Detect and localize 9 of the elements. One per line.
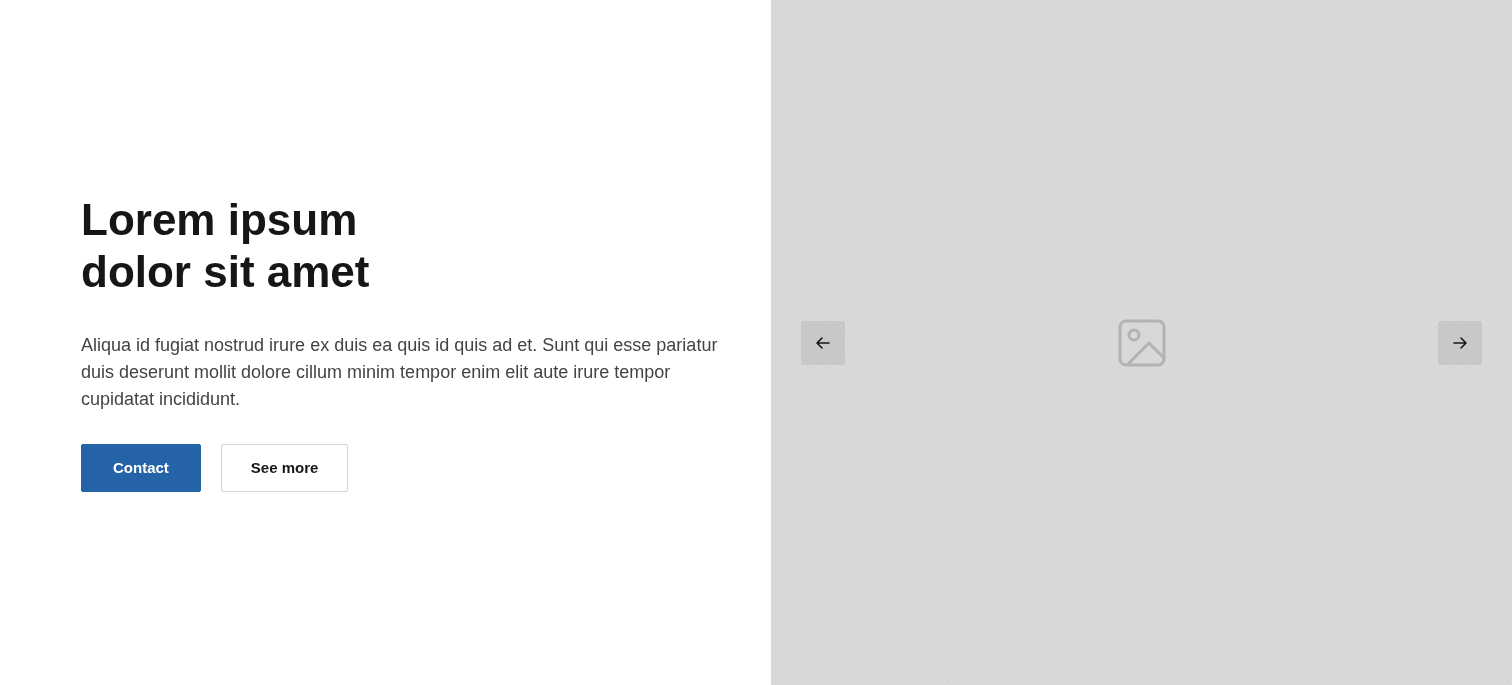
arrow-left-icon (815, 334, 831, 351)
next-button[interactable] (1438, 320, 1482, 365)
image-icon (1117, 318, 1166, 367)
see-more-button[interactable]: See more (220, 443, 349, 492)
contact-button[interactable]: Contact (81, 443, 201, 492)
arrow-right-icon (1452, 334, 1468, 351)
heading: Lorem ipsum dolor sit amet (81, 193, 370, 298)
previous-button[interactable] (801, 320, 845, 365)
description: Aliqua id fugiat nostrud irure ex duis ea quis id quis ad et. Sunt qui esse pariatur duis deserunt mollit dolore cillum minim tempor enim elit aute irure tempor cupidatat incididunt. (81, 333, 719, 411)
